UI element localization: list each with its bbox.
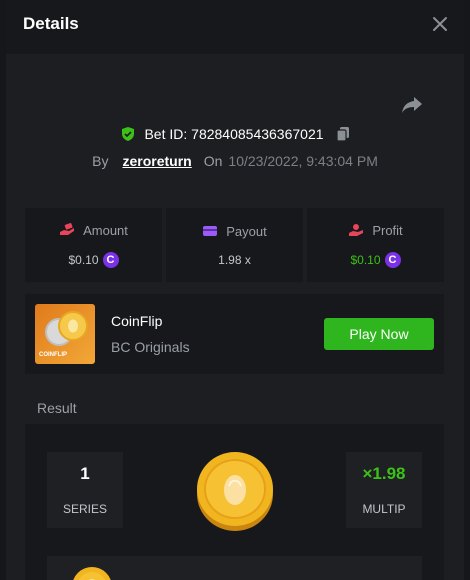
- small-gold-coin-icon: [73, 567, 111, 580]
- game-thumbnail[interactable]: COINFLIP: [35, 304, 95, 364]
- by-label: By: [92, 153, 109, 169]
- on-label: On: [203, 153, 223, 169]
- result-panel: 1 SERIES ×1.98 MULTIP: [25, 424, 444, 580]
- game-provider: BC Originals: [111, 339, 190, 355]
- stats-row: Amount $0.10 C Payout 1.98 x Profit $0.1…: [25, 208, 444, 282]
- multiplier-value: ×1.98: [362, 464, 406, 483]
- bet-id-row: Bet ID: 78284085436367021: [6, 126, 464, 142]
- flip-history-row: [47, 556, 422, 580]
- series-value: 1: [80, 464, 90, 483]
- stat-payout: Payout 1.98 x: [166, 208, 303, 282]
- profit-hand-icon: [349, 224, 364, 236]
- stat-payout-value: 1.98 x: [218, 252, 251, 267]
- gold-coin-icon: [197, 452, 273, 531]
- currency-coin-icon: C: [384, 251, 401, 268]
- verified-shield-icon: [122, 127, 135, 141]
- multiplier-box: ×1.98 MULTIP: [346, 452, 422, 528]
- copy-icon[interactable]: [335, 126, 350, 142]
- payout-card-icon: [203, 226, 218, 236]
- modal-title: Details: [23, 14, 79, 33]
- currency-coin-icon: C: [102, 251, 119, 268]
- bet-meta-row: By zeroreturn On 10/23/2022, 9:43:04 PM: [6, 153, 464, 169]
- stat-profit-value: $0.10: [350, 252, 381, 267]
- series-box: 1 SERIES: [47, 452, 123, 528]
- username-link[interactable]: zeroreturn: [122, 153, 191, 169]
- game-row: COINFLIP CoinFlip BC Originals Play Now: [25, 294, 444, 374]
- game-name[interactable]: CoinFlip: [111, 313, 162, 329]
- bet-id: Bet ID: 78284085436367021: [144, 126, 324, 142]
- stat-amount-value: $0.10: [68, 252, 99, 267]
- background-right: [464, 0, 470, 580]
- bet-date: 10/23/2022, 9:43:04 PM: [228, 153, 378, 169]
- result-title: Result: [37, 400, 77, 416]
- series-label: SERIES: [62, 502, 107, 516]
- game-thumb-label: COINFLIP: [39, 352, 67, 358]
- stat-amount: Amount $0.10 C: [25, 208, 162, 282]
- details-modal: Details Bet ID: 78284085436367021 By zer…: [6, 0, 464, 580]
- close-icon[interactable]: [430, 14, 450, 34]
- modal-header: Details: [6, 0, 464, 54]
- amount-hand-icon: [60, 223, 75, 235]
- share-icon[interactable]: [400, 95, 424, 115]
- stat-profit-label: Profit: [372, 222, 403, 238]
- stat-amount-label: Amount: [83, 222, 128, 238]
- stat-payout-label: Payout: [226, 223, 267, 239]
- multiplier-label: MULTIP: [362, 502, 406, 516]
- stat-profit: Profit $0.10 C: [307, 208, 444, 282]
- play-now-button[interactable]: Play Now: [324, 318, 434, 350]
